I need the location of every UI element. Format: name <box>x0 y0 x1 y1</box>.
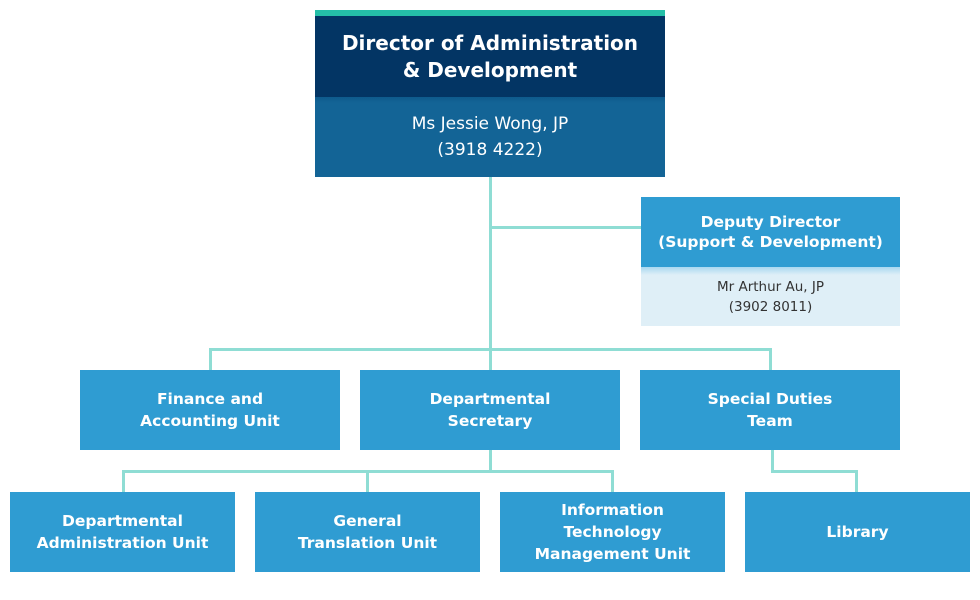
connector-director-trunk <box>489 177 492 370</box>
deputy-name: Mr Arthur Au, JP <box>716 278 825 295</box>
director-title-line1: Director of Administration <box>341 30 639 55</box>
unit-label: General Translation Unit <box>297 512 438 552</box>
director-title: Director of Administration & Development <box>315 16 665 97</box>
connector-secretary-down <box>489 450 492 472</box>
deputy-title-line2: (Support & Development) <box>658 233 883 251</box>
finance-accounting-unit-node[interactable]: Finance and Accounting Unit <box>80 370 340 450</box>
unit-label: Departmental Administration Unit <box>36 512 209 552</box>
deputy-title: Deputy Director (Support & Development) <box>641 197 900 267</box>
connector-admin-unit <box>122 470 125 492</box>
connector-deputy <box>491 226 641 229</box>
connector-level1-horizontal <box>209 348 772 351</box>
unit-label: Library <box>826 523 889 541</box>
library-node[interactable]: Library <box>745 492 970 572</box>
connector-it-unit <box>611 470 614 492</box>
connector-special-down <box>771 450 774 472</box>
it-management-unit-node[interactable]: Information Technology Management Unit <box>500 492 725 572</box>
unit-label: Special Duties Team <box>707 390 833 430</box>
unit-label: Information Technology Management Unit <box>534 501 691 563</box>
general-translation-unit-node[interactable]: General Translation Unit <box>255 492 480 572</box>
connector-special-duties <box>769 348 772 370</box>
deputy-phone: (3902 8011) <box>728 298 813 315</box>
connector-translation-unit <box>366 470 369 492</box>
departmental-secretary-node[interactable]: Departmental Secretary <box>360 370 620 450</box>
director-node[interactable]: Director of Administration & Development… <box>315 10 665 177</box>
special-duties-team-node[interactable]: Special Duties Team <box>640 370 900 450</box>
connector-library-horizontal <box>771 470 858 473</box>
director-name: Ms Jessie Wong, JP <box>411 114 569 134</box>
connector-finance <box>209 348 212 370</box>
deputy-director-node[interactable]: Deputy Director (Support & Development) … <box>641 197 900 326</box>
unit-label: Departmental Secretary <box>429 390 551 430</box>
director-title-line2: & Development <box>402 57 578 82</box>
deputy-title-line1: Deputy Director <box>700 213 841 231</box>
connector-library <box>855 470 858 492</box>
departmental-administration-unit-node[interactable]: Departmental Administration Unit <box>10 492 235 572</box>
director-details: Ms Jessie Wong, JP (3918 4222) <box>315 97 665 177</box>
unit-label: Finance and Accounting Unit <box>140 390 280 430</box>
deputy-details: Mr Arthur Au, JP (3902 8011) <box>641 267 900 326</box>
director-phone: (3918 4222) <box>437 140 543 160</box>
